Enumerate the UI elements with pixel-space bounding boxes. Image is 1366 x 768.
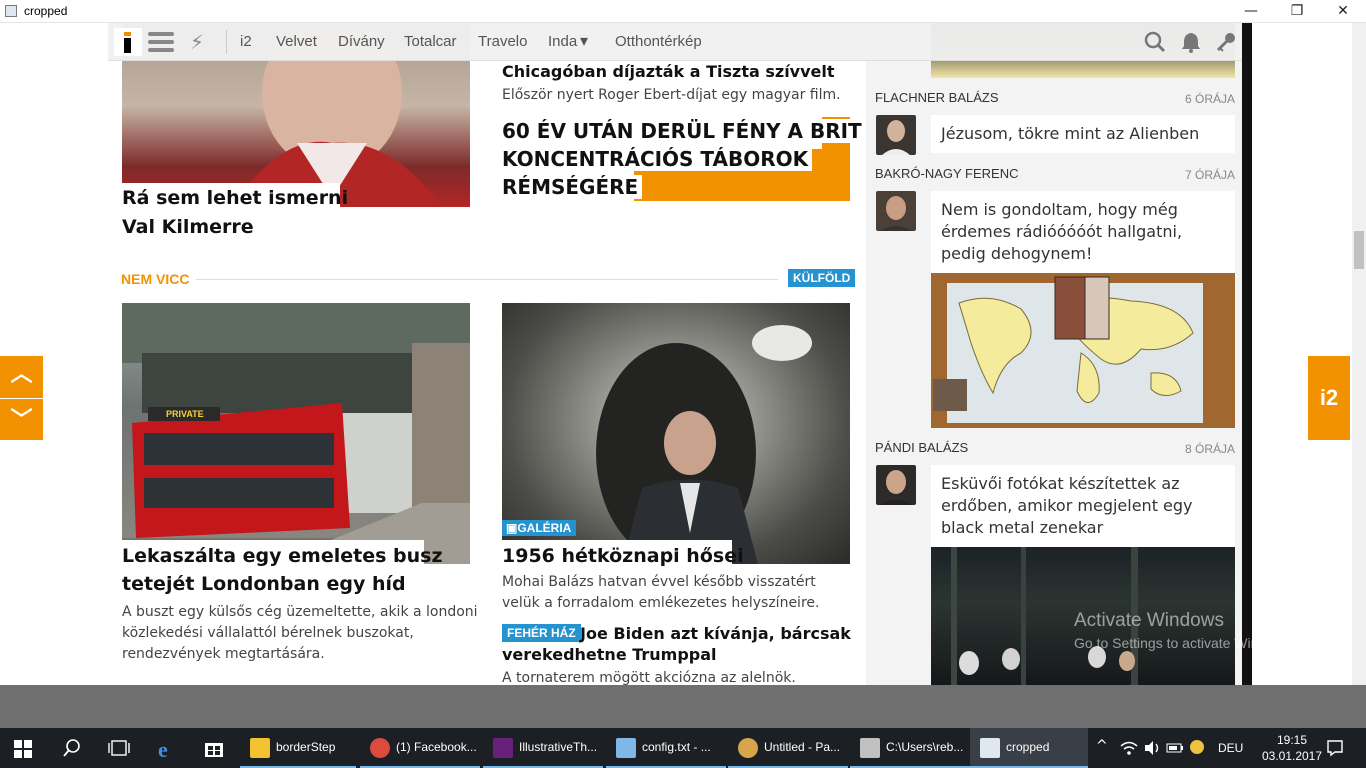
heroes-lead: Mohai Balázs hatvan évvel később visszat… xyxy=(502,574,820,611)
biden-tag[interactable]: FEHÉR HÁZ xyxy=(502,624,581,642)
page-scrollbar[interactable] xyxy=(1352,23,1366,685)
taskbar-item-facebook[interactable]: (1) Facebook... xyxy=(360,728,480,768)
i2-side-button[interactable]: i2 xyxy=(1308,356,1350,440)
paint-icon xyxy=(738,738,758,758)
biden-title-part2[interactable]: verekedhetne Trumppal xyxy=(502,645,717,664)
lightning-icon[interactable]: ⚡ xyxy=(190,30,204,54)
volume-icon[interactable] xyxy=(1143,739,1161,761)
avatar[interactable] xyxy=(876,465,916,505)
gallery-icon: ▣ xyxy=(506,521,518,535)
section-divider xyxy=(196,279,778,280)
avatar[interactable] xyxy=(876,115,916,155)
sidebar-post-text[interactable]: Esküvői fotókat készítettek az erdőben, … xyxy=(931,465,1235,547)
chrome-icon xyxy=(370,738,390,758)
sidebar-time: 6 ÓRÁJA xyxy=(1184,92,1235,106)
index-logo-icon[interactable] xyxy=(114,28,142,56)
gallery-badge[interactable]: ▣GALÉRIA xyxy=(502,520,577,536)
top-navigation: ⚡ i2 Velvet Dívány Totalcar Travelo Inda… xyxy=(108,23,1242,61)
activate-windows-subtitle: Go to Settings to activate Windows. xyxy=(1074,635,1295,651)
scroll-up-button[interactable]: ︿ xyxy=(0,356,43,398)
scroll-down-button[interactable]: ﹀ xyxy=(0,399,43,440)
maximize-button[interactable]: ❐ xyxy=(1274,0,1320,23)
nav-link-travelo[interactable]: Travelo xyxy=(478,33,527,50)
visual-studio-icon xyxy=(493,738,513,758)
avatar[interactable] xyxy=(876,191,916,231)
nav-link-inda[interactable]: Inda xyxy=(548,33,577,50)
folder-icon xyxy=(250,738,270,758)
bus-sign: PRIVATE xyxy=(166,409,204,419)
taskbar-item-cropped[interactable]: cropped xyxy=(970,728,1088,768)
taskbar-item-config[interactable]: config.txt - ... xyxy=(606,728,726,768)
desktop-gap xyxy=(0,685,1366,728)
store-icon[interactable] xyxy=(204,738,224,762)
window-title: cropped xyxy=(24,4,68,18)
bell-icon[interactable] xyxy=(1180,31,1202,58)
browser-page: Rá sem lehet ismerni Val Kilmerre Chicag… xyxy=(0,23,1366,685)
window-titlebar: cropped — ❐ ✕ xyxy=(0,0,1366,23)
taskbar-item-paint[interactable]: Untitled - Pa... xyxy=(728,728,848,768)
activate-windows-title: Activate Windows xyxy=(1074,610,1224,631)
nav-link-totalcar[interactable]: Totalcar xyxy=(404,33,457,50)
taskbar-item-explorer[interactable]: C:\Users\reb... xyxy=(850,728,970,768)
bus-title-line2[interactable]: tetejét Londonban egy híd xyxy=(122,573,406,595)
search-icon[interactable] xyxy=(62,738,82,762)
gallery-badge-label: GALÉRIA xyxy=(517,521,572,535)
chicago-lead: Először nyert Roger Ebert-díjat egy magy… xyxy=(502,87,841,103)
brit-title-line2[interactable]: KONCENTRÁCIÓS TÁBOROK xyxy=(502,147,813,171)
close-button[interactable]: ✕ xyxy=(1320,0,1366,23)
biden-title-part1[interactable]: Joe Biden azt kívánja, bárcsak xyxy=(580,624,851,643)
chevron-up-icon[interactable]: ^ xyxy=(1096,738,1108,754)
wifi-icon[interactable] xyxy=(1120,739,1138,761)
search-icon[interactable] xyxy=(1144,31,1166,58)
battery-icon[interactable] xyxy=(1166,739,1184,761)
scrollbar-thumb[interactable] xyxy=(1354,231,1364,269)
minimize-button[interactable]: — xyxy=(1228,0,1274,23)
nav-link-i2[interactable]: i2 xyxy=(240,33,252,50)
brit-title-line3[interactable]: RÉMSÉGÉRE xyxy=(502,175,643,199)
task-view-icon[interactable] xyxy=(108,739,130,761)
weather-icon[interactable] xyxy=(1190,740,1204,754)
nav-divider xyxy=(226,30,227,54)
sidebar-time: 7 ÓRÁJA xyxy=(1184,168,1235,182)
sidebar-author[interactable]: FLACHNER BALÁZS xyxy=(875,90,999,105)
val-kilmer-title-line2[interactable]: Val Kilmerre xyxy=(122,216,254,238)
bus-lead: A buszt egy külsős cég üzemeltette, akik… xyxy=(122,604,478,662)
nav-link-otthonterkep[interactable]: Otthontérkép xyxy=(615,33,702,50)
language-indicator[interactable]: DEU xyxy=(1218,741,1243,755)
section-tag[interactable]: KÜLFÖLD xyxy=(788,269,856,287)
taskbar-item-borderstep[interactable]: borderStep xyxy=(240,728,356,768)
windows-start-icon[interactable] xyxy=(14,740,32,758)
console-icon xyxy=(860,738,880,758)
world-map-image[interactable] xyxy=(931,273,1235,428)
app-icon xyxy=(5,5,17,17)
heroes-title[interactable]: 1956 hétköznapi hősei xyxy=(502,545,744,567)
notepad-icon xyxy=(616,738,636,758)
sidebar-post-text[interactable]: Jézusom, tökre mint az Alienben xyxy=(931,115,1235,153)
chevron-down-icon[interactable]: ▾ xyxy=(580,31,588,51)
clock-time[interactable]: 19:15 xyxy=(1262,733,1322,747)
edge-browser-icon[interactable]: e xyxy=(158,737,168,763)
sidebar-post-text[interactable]: Nem is gondoltam, hogy még érdemes rádió… xyxy=(931,191,1235,273)
chicago-title[interactable]: Chicagóban díjazták a Tiszta szívvelt xyxy=(502,62,835,81)
bus-photo[interactable]: PRIVATE xyxy=(122,303,470,564)
hamburger-menu-icon[interactable] xyxy=(148,32,174,52)
sidebar-edge xyxy=(1242,23,1252,685)
photo-viewer-icon xyxy=(980,738,1000,758)
key-icon[interactable] xyxy=(1215,31,1237,58)
windows-taskbar: e borderStep (1) Facebook... Illustrativ… xyxy=(0,728,1366,768)
clock-date[interactable]: 03.01.2017 xyxy=(1256,749,1328,763)
sidebar-time: 8 ÓRÁJA xyxy=(1184,442,1235,456)
sidebar-author[interactable]: PÁNDI BALÁZS xyxy=(875,440,968,455)
taskbar-item-illustrative[interactable]: IllustrativeTh... xyxy=(483,728,603,768)
nav-link-divany[interactable]: Dívány xyxy=(338,33,385,50)
val-kilmer-title-line1[interactable]: Rá sem lehet ismerni xyxy=(122,187,348,209)
biden-lead: A tornaterem mögött akciózna az alelnök. xyxy=(502,670,796,685)
sidebar-author[interactable]: BAKRÓ-NAGY FERENC xyxy=(875,166,1019,181)
nav-link-velvet[interactable]: Velvet xyxy=(276,33,317,50)
brit-title-line1[interactable]: 60 ÉV UTÁN DERÜL FÉNY A BRIT xyxy=(502,119,866,143)
notification-center-icon[interactable] xyxy=(1326,739,1344,761)
section-title[interactable]: NEM VICC xyxy=(121,271,189,287)
bus-title-line1[interactable]: Lekaszálta egy emeletes busz xyxy=(122,545,443,567)
